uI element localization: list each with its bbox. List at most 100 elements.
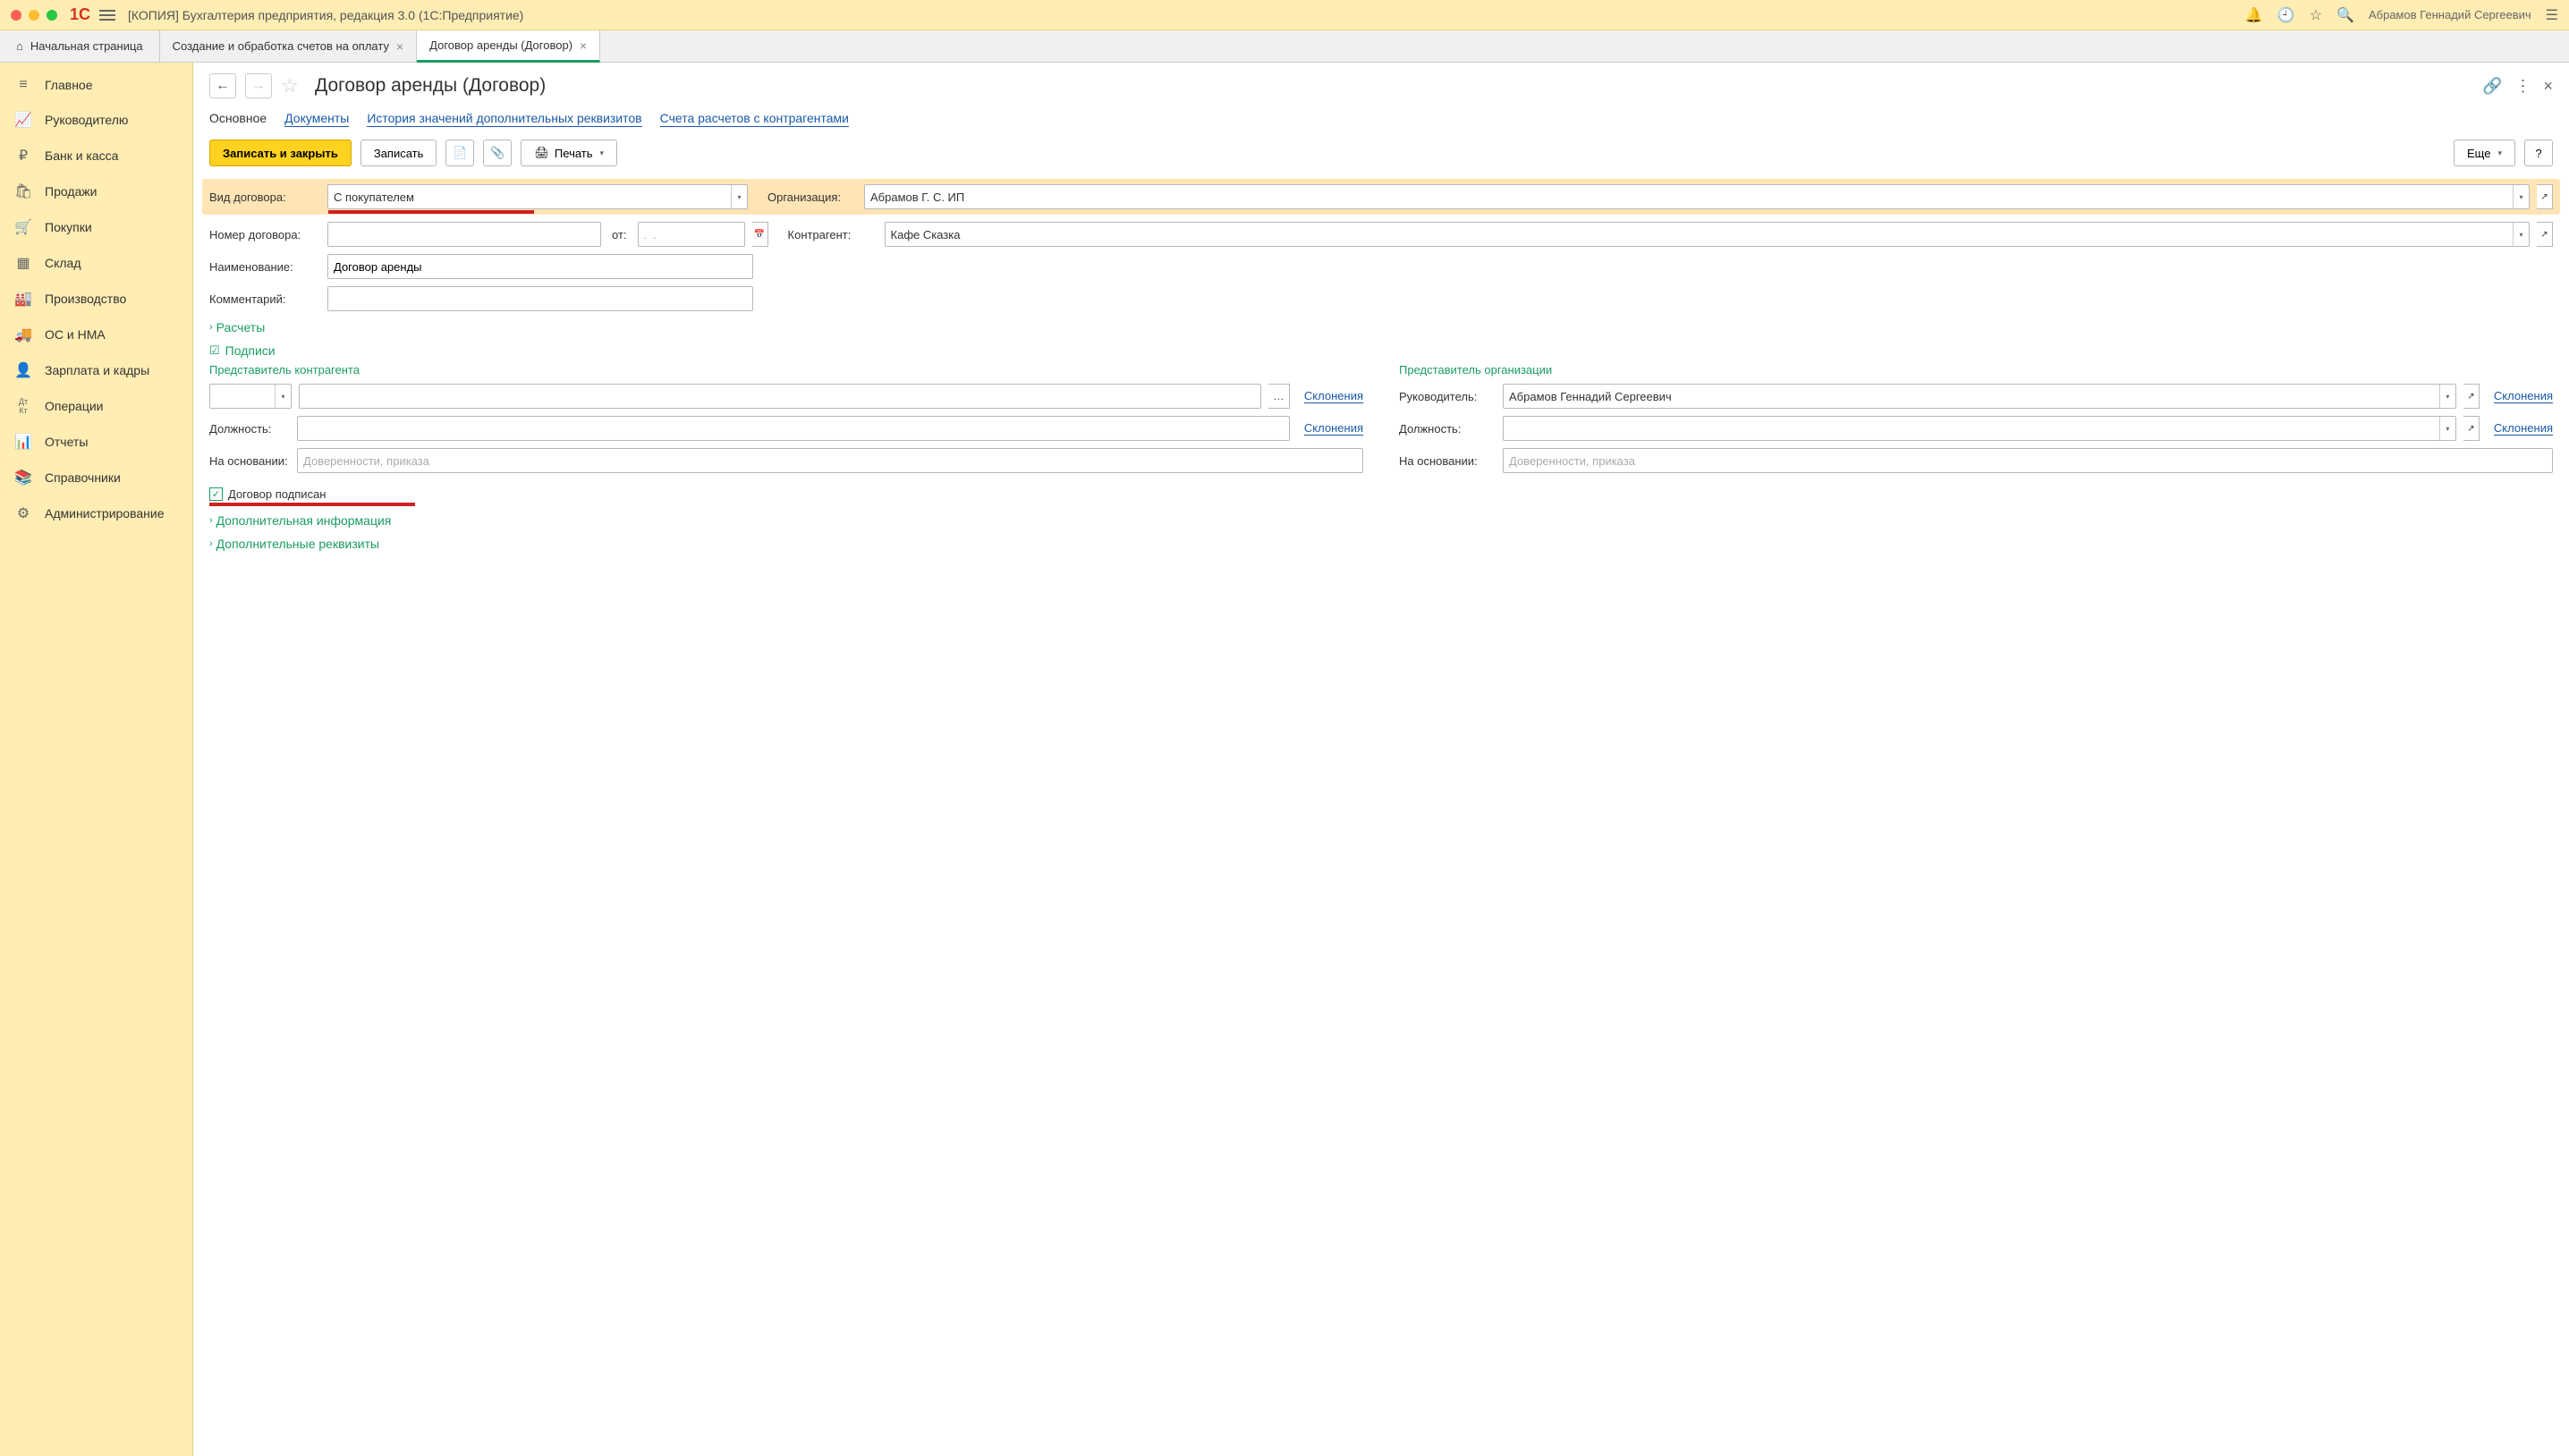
dropdown-icon[interactable]: ▾ <box>2439 417 2455 440</box>
sidebar-item-assets[interactable]: 🚚ОС и НМА <box>0 317 192 352</box>
signed-checkbox[interactable]: ✓ <box>209 487 223 501</box>
org-rep-column: Представитель организации Руководитель: … <box>1399 363 2553 480</box>
search-icon[interactable]: 🔍 <box>2336 6 2354 24</box>
sidebar-item-purchases[interactable]: 🛒Покупки <box>0 209 192 245</box>
person-icon: 👤 <box>14 361 32 379</box>
forward-button[interactable]: → <box>245 73 272 98</box>
date-input[interactable] <box>638 222 745 247</box>
close-tab-icon[interactable]: × <box>580 38 587 53</box>
bell-icon[interactable]: 🔔 <box>2245 6 2263 24</box>
bars-icon: 📊 <box>14 433 32 451</box>
open-org-button[interactable]: ↗ <box>2537 184 2553 209</box>
contractor-select[interactable]: Кафе Сказка ▾ <box>885 222 2530 247</box>
dropdown-icon[interactable]: ▾ <box>275 385 291 408</box>
calendar-button[interactable]: 📅 <box>752 222 768 247</box>
close-window-icon[interactable] <box>11 10 21 21</box>
type-value: С покупателем <box>334 190 414 204</box>
declension-link[interactable]: Склонения <box>1304 389 1363 403</box>
sidebar-item-manager[interactable]: 📈Руководителю <box>0 102 192 138</box>
open-position-button[interactable]: ↗ <box>2463 416 2480 441</box>
name-input[interactable] <box>327 254 753 279</box>
sidebar-item-warehouse[interactable]: ▦Склад <box>0 245 192 281</box>
sidebar-item-reports[interactable]: 📊 Отчеты <box>0 424 192 460</box>
org-position-select[interactable]: ▾ <box>1503 416 2456 441</box>
link-icon[interactable]: 🔗 <box>2482 77 2502 96</box>
head-select[interactable]: Абрамов Геннадий Сергеевич ▾ <box>1503 384 2456 409</box>
factory-icon: 🏭 <box>14 290 32 308</box>
favorite-star-icon[interactable]: ☆ <box>281 74 306 97</box>
dropdown-icon[interactable]: ▾ <box>2513 223 2529 246</box>
subnav-main[interactable]: Основное <box>209 111 267 127</box>
organization-select[interactable]: Абрамов Г. С. ИП ▾ <box>864 184 2530 209</box>
contract-type-select[interactable]: С покупателем ▾ <box>327 184 748 209</box>
dropdown-icon[interactable]: ▾ <box>731 185 747 208</box>
user-name[interactable]: Абрамов Геннадий Сергеевич <box>2369 8 2531 21</box>
comment-input[interactable] <box>327 286 753 311</box>
sub-navigation: Основное Документы История значений допо… <box>209 111 2553 127</box>
sidebar-label: Отчеты <box>45 435 88 449</box>
sidebar-item-admin[interactable]: ⚙Администрирование <box>0 495 192 531</box>
save-button[interactable]: Записать <box>360 140 437 166</box>
lookup-button[interactable]: … <box>1268 384 1290 409</box>
name-label: Наименование: <box>209 260 320 274</box>
sidebar-item-sales[interactable]: 🛍Продажи <box>0 174 192 209</box>
maximize-window-icon[interactable] <box>47 10 57 21</box>
close-tab-icon[interactable]: × <box>396 39 403 54</box>
declension-link[interactable]: Склонения <box>1304 421 1363 436</box>
sidebar-item-refs[interactable]: 📚Справочники <box>0 460 192 495</box>
contractor-rep-column: Представитель контрагента ▾ … Склонения … <box>209 363 1363 480</box>
open-head-button[interactable]: ↗ <box>2463 384 2480 409</box>
comment-row: Комментарий: <box>209 286 2553 311</box>
kebab-icon[interactable]: ⋮ <box>2514 77 2531 96</box>
sidebar-item-operations[interactable]: Дт КтОперации <box>0 388 192 424</box>
org-basis-input[interactable] <box>1503 448 2553 473</box>
dropdown-icon[interactable]: ▾ <box>2439 385 2455 408</box>
calc-section-toggle[interactable]: ›Расчеты <box>209 320 2553 334</box>
tab-invoices[interactable]: Создание и обработка счетов на оплату × <box>160 30 418 62</box>
sidebar-item-salary[interactable]: 👤Зарплата и кадры <box>0 352 192 388</box>
subnav-accounts[interactable]: Счета расчетов с контрагентами <box>660 111 849 127</box>
tab-contract[interactable]: Договор аренды (Договор) × <box>417 30 600 63</box>
sidebar-item-production[interactable]: 🏭Производство <box>0 281 192 317</box>
minimize-window-icon[interactable] <box>29 10 39 21</box>
head-value: Абрамов Геннадий Сергеевич <box>1509 390 1672 403</box>
titlebar-actions: 🔔 🕘 ☆ 🔍 Абрамов Геннадий Сергеевич ☰ <box>2245 6 2558 24</box>
rep-title-select[interactable]: ▾ <box>209 384 292 409</box>
subnav-docs[interactable]: Документы <box>284 111 349 127</box>
basis-input[interactable] <box>297 448 1363 473</box>
dropdown-icon[interactable]: ▾ <box>2513 185 2529 208</box>
open-contractor-button[interactable]: ↗ <box>2537 222 2553 247</box>
save-close-button[interactable]: Записать и закрыть <box>209 140 352 166</box>
star-icon[interactable]: ☆ <box>2310 6 2322 24</box>
more-button[interactable]: Еще <box>2454 140 2515 166</box>
main-menu-icon[interactable] <box>99 7 115 23</box>
history-icon[interactable]: 🕘 <box>2277 6 2295 24</box>
settings-icon[interactable]: ☰ <box>2546 6 2558 24</box>
sidebar-item-main[interactable]: ≡Главное <box>0 68 192 102</box>
sidebar-item-bank[interactable]: ₽Банк и касса <box>0 138 192 174</box>
contract-number-row: Номер договора: от: 📅 Контрагент: Кафе С… <box>209 222 2553 247</box>
contract-type-row: Вид договора: С покупателем ▾ Организаци… <box>202 179 2560 215</box>
logo-1c: 1С <box>70 5 90 24</box>
position-input[interactable] <box>297 416 1290 441</box>
signatures-section-toggle[interactable]: Подписи <box>209 343 2553 358</box>
print-button[interactable]: 🖨Печать <box>521 140 617 166</box>
subnav-history[interactable]: История значений дополнительных реквизит… <box>367 111 641 127</box>
attachment-button[interactable]: 📎 <box>483 140 512 166</box>
declension-link[interactable]: Склонения <box>2494 421 2553 436</box>
rep-name-input[interactable] <box>299 384 1261 409</box>
sidebar-label: Банк и касса <box>45 148 118 163</box>
home-icon: ⌂ <box>16 39 23 53</box>
gear-icon: ⚙ <box>14 504 32 522</box>
close-page-icon[interactable]: × <box>2543 77 2553 96</box>
contractor-label: Контрагент: <box>788 228 878 241</box>
number-input[interactable] <box>327 222 601 247</box>
document-button[interactable]: 📄 <box>445 140 474 166</box>
declension-link[interactable]: Склонения <box>2494 389 2553 403</box>
extra-info-toggle[interactable]: ›Дополнительная информация <box>209 513 2553 528</box>
tab-home[interactable]: ⌂ Начальная страница <box>0 30 160 62</box>
back-button[interactable]: ← <box>209 73 236 98</box>
basis-label: На основании: <box>209 454 290 468</box>
extra-req-toggle[interactable]: ›Дополнительные реквизиты <box>209 537 2553 551</box>
help-button[interactable]: ? <box>2524 140 2553 166</box>
